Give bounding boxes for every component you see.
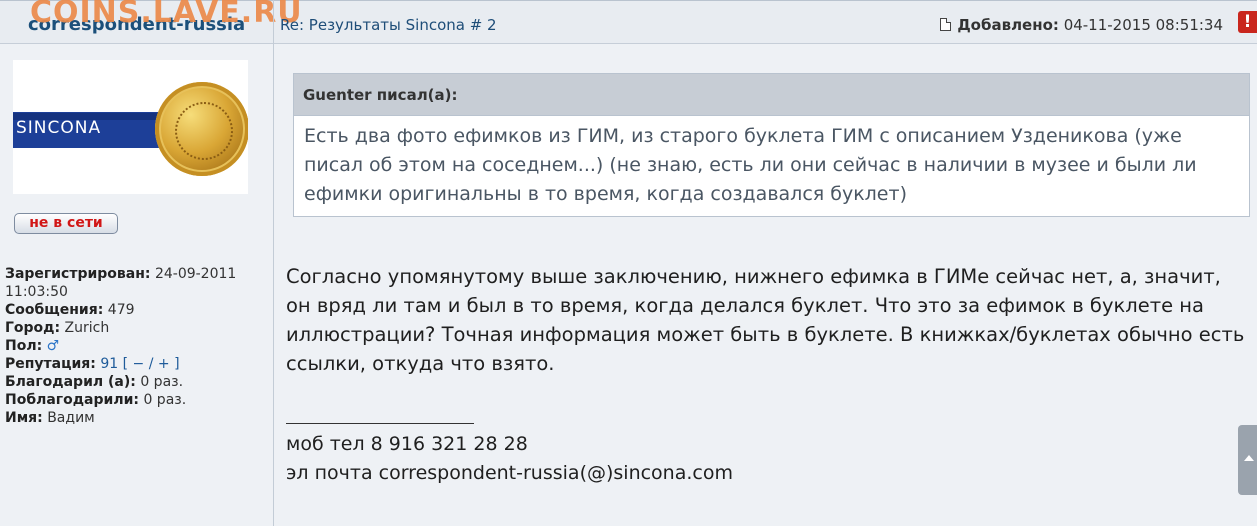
- quote-author: Guenter писал(а):: [294, 74, 1249, 116]
- avatar-brand: SINCONA: [16, 118, 102, 138]
- online-status-badge: не в сети: [14, 213, 118, 234]
- post-date: Добавлено: 04-11-2015 08:51:34: [940, 16, 1223, 34]
- scroll-to-top-button[interactable]: [1238, 425, 1257, 495]
- added-label: Добавлено:: [957, 16, 1059, 34]
- reputation-minus-link[interactable]: −: [133, 356, 145, 372]
- avatar: SINCONA: [13, 60, 248, 194]
- reputation-value[interactable]: 91: [100, 356, 118, 372]
- post-body: Согласно упомянутому выше заключению, ни…: [286, 265, 1245, 375]
- profile-name: Имя: Вадим: [5, 410, 95, 426]
- post-subject[interactable]: Re: Результаты Sincona # 2: [280, 16, 497, 34]
- reputation-plus-link[interactable]: +: [158, 356, 170, 372]
- post-header: correspondent-russia COINS.LAVE.RU Re: Р…: [0, 0, 1257, 44]
- profile-city: Город: Zurich: [5, 320, 110, 336]
- quote-text: Есть два фото ефимков из ГИМ, из старого…: [304, 125, 1197, 205]
- profile-registered: Зарегистрирован: 24-09-2011 11:03:50: [5, 266, 237, 300]
- profile-was-thanked: Поблагодарили: 0 раз.: [5, 392, 187, 408]
- signature: моб тел 8 916 321 28 28 эл почта corresp…: [286, 409, 733, 488]
- report-icon[interactable]: !: [1238, 11, 1257, 33]
- profile-reputation: Репутация: 91 [ − / + ]: [5, 356, 180, 372]
- user-profile-info: Зарегистрирован: 24-09-2011 11:03:50 Соо…: [5, 265, 267, 427]
- coin-rim: [175, 102, 233, 160]
- profile-gender: Пол: ♂: [5, 338, 60, 354]
- post-document-icon[interactable]: [940, 18, 952, 31]
- signature-email: эл почта correspondent-russia(@)sincona.…: [286, 462, 733, 484]
- site-watermark: COINS.LAVE.RU: [30, 0, 303, 30]
- gold-coin-image: [155, 82, 248, 176]
- signature-divider: [286, 409, 474, 424]
- male-icon: ♂: [46, 338, 60, 354]
- signature-phone: моб тел 8 916 321 28 28: [286, 433, 528, 455]
- added-date: 04-11-2015 08:51:34: [1063, 16, 1223, 34]
- profile-thanked: Благодарил (а): 0 раз.: [5, 374, 184, 390]
- column-divider: [273, 0, 274, 526]
- profile-messages: Сообщения: 479: [5, 302, 135, 318]
- quote-block: Guenter писал(а): Есть два фото ефимков …: [293, 73, 1250, 217]
